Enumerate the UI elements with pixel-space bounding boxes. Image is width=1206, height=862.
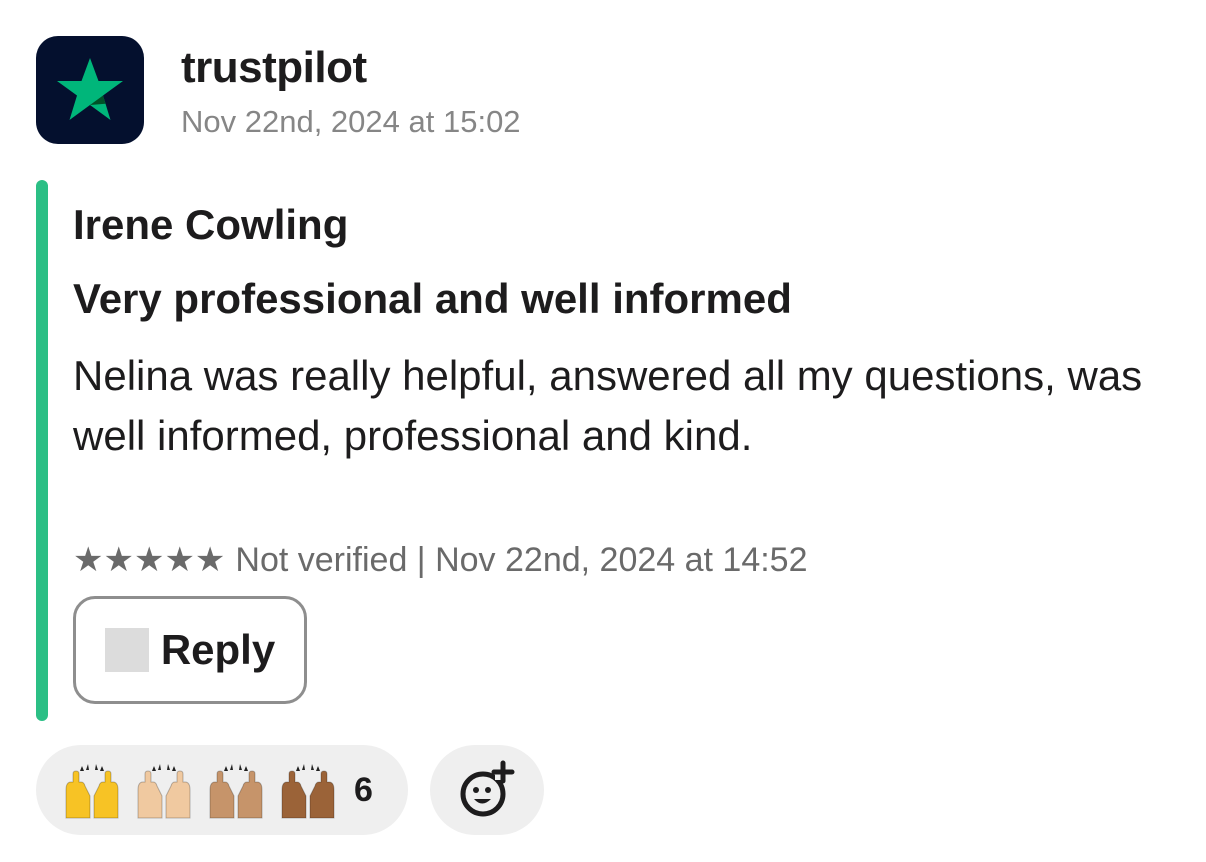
raised-hands-icon <box>130 760 198 820</box>
add-reaction-smiley-icon <box>460 760 515 817</box>
raised-hands-icon <box>202 760 270 820</box>
star-rating: ★★★★★ <box>73 541 226 579</box>
rating-row: ★★★★★ Not verified | Nov 22nd, 2024 at 1… <box>73 538 808 582</box>
reaction-pill-raised-hands[interactable]: 6 <box>36 745 408 835</box>
reviewer-name: Irene Cowling <box>73 201 349 248</box>
review-text: Nelina was really helpful, answered all … <box>73 352 1143 459</box>
review-attachment: Irene Cowling Very professional and well… <box>36 180 1176 721</box>
sender-name[interactable]: trustpilot <box>181 40 367 96</box>
sender-avatar[interactable] <box>36 36 144 144</box>
verification-and-date: Not verified | Nov 22nd, 2024 at 14:52 <box>235 541 808 579</box>
raised-hands-icon <box>58 760 126 820</box>
reply-button[interactable]: Reply <box>73 596 307 704</box>
reply-button-label: Reply <box>160 626 276 673</box>
trustpilot-star-icon <box>57 58 123 120</box>
reply-placeholder-icon <box>104 628 149 672</box>
add-reaction-button[interactable] <box>430 745 544 835</box>
message-timestamp[interactable]: Nov 22nd, 2024 at 15:02 <box>181 102 521 142</box>
review-title: Very professional and well informed <box>73 275 792 322</box>
raised-hands-icon <box>274 760 342 820</box>
attachment-accent-bar <box>36 180 48 721</box>
reaction-count: 6 <box>354 770 373 809</box>
